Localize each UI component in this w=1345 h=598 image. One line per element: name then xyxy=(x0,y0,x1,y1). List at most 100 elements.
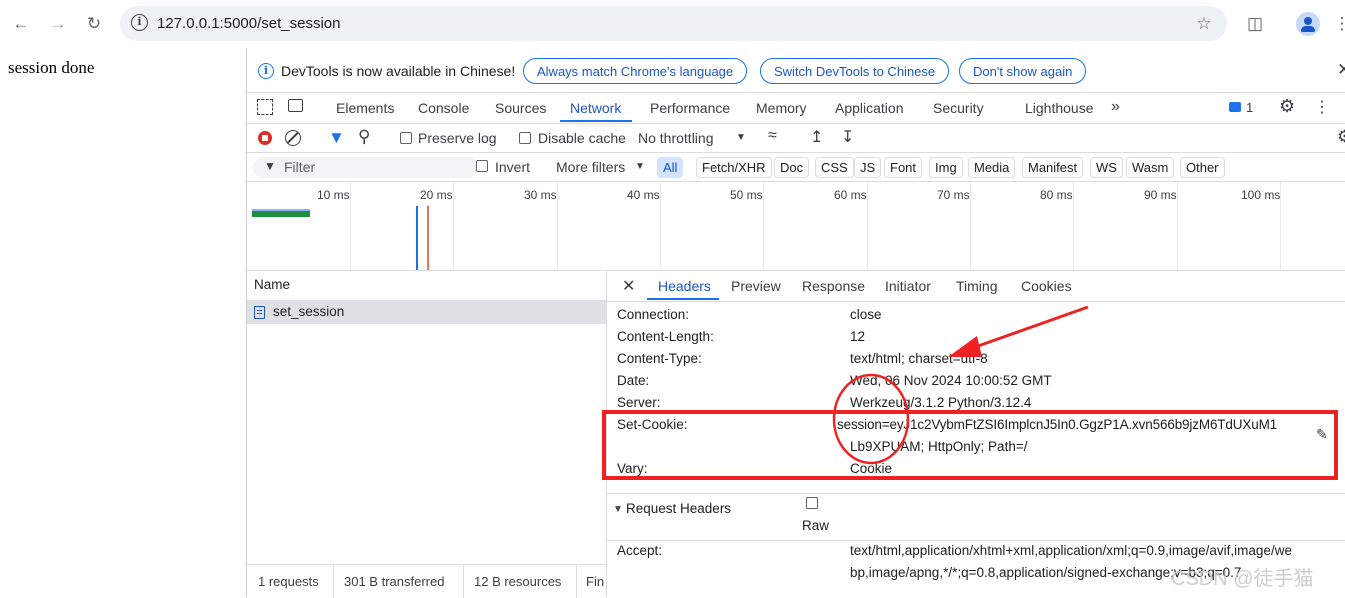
type-filter-other[interactable]: Other xyxy=(1180,157,1225,178)
filter-toggle-icon[interactable]: ▼ xyxy=(328,128,345,148)
detail-tabs: ✕ Headers Preview Response Initiator Tim… xyxy=(607,271,1345,302)
network-conditions-icon[interactable]: ≈ xyxy=(768,127,777,145)
tab-lighthouse[interactable]: Lighthouse xyxy=(1025,100,1094,116)
type-filter-all[interactable]: All xyxy=(657,157,684,178)
upload-har-icon[interactable]: ↥ xyxy=(810,127,823,147)
clear-log-icon[interactable] xyxy=(285,130,301,146)
record-stop-icon[interactable] xyxy=(258,131,272,145)
type-filter-media[interactable]: Media xyxy=(968,157,1016,178)
header-name: Connection: xyxy=(617,307,690,322)
watermark: CSDN @徒手猫 xyxy=(1171,568,1314,590)
browser-toolbar: ← → ↻ i 127.0.0.1:5000/set_session ☆ ◫ ⋮ xyxy=(0,0,1345,48)
always-match-language-button[interactable]: Always match Chrome's language xyxy=(523,58,748,84)
name-column-header[interactable]: Name xyxy=(247,271,606,301)
tab-sources[interactable]: Sources xyxy=(495,100,546,116)
type-filter-doc[interactable]: Doc xyxy=(774,157,810,178)
back-icon[interactable]: ← xyxy=(9,12,33,36)
edit-pencil-icon[interactable]: ✎ xyxy=(1316,426,1328,443)
triangle-down-icon[interactable]: ▼ xyxy=(613,504,623,515)
resources-size: 12 B resources xyxy=(474,574,562,589)
tick-label: 60 ms xyxy=(834,188,867,202)
issues-icon[interactable] xyxy=(1229,102,1241,112)
raw-checkbox[interactable] xyxy=(806,497,818,509)
page-body-text: session done xyxy=(8,58,95,77)
tab-application[interactable]: Application xyxy=(835,100,904,116)
table-row[interactable]: set_session xyxy=(247,301,606,324)
requests-table: Name set_session 1 requests 301 B transf… xyxy=(247,271,607,598)
header-value: text/html; charset=utf-8 xyxy=(850,351,988,366)
filter-placeholder: Filter xyxy=(284,159,316,175)
header-name: Server: xyxy=(617,395,661,410)
tick-label: 80 ms xyxy=(1040,188,1073,202)
tick-label: 10 ms xyxy=(317,188,350,202)
forward-icon[interactable]: → xyxy=(46,12,70,36)
info-icon: i xyxy=(258,63,274,79)
tab-initiator[interactable]: Initiator xyxy=(885,278,931,294)
more-filters-dropdown[interactable]: More filters xyxy=(556,159,625,175)
timeline-overview[interactable]: 10 ms 20 ms 30 ms 40 ms 50 ms 60 ms 70 m… xyxy=(247,182,1345,271)
search-icon[interactable]: ⚲ xyxy=(358,127,370,147)
device-toolbar-icon[interactable] xyxy=(288,99,303,112)
type-filter-ws[interactable]: WS xyxy=(1090,157,1123,178)
header-name: Vary: xyxy=(617,461,648,476)
inspect-element-icon[interactable] xyxy=(257,99,273,115)
type-filter-manifest[interactable]: Manifest xyxy=(1022,157,1084,178)
tab-memory[interactable]: Memory xyxy=(756,100,807,116)
network-settings-icon[interactable]: ⚙ xyxy=(1337,127,1345,147)
tab-cookies[interactable]: Cookies xyxy=(1021,278,1072,294)
more-tabs-icon[interactable]: » xyxy=(1111,98,1120,116)
tab-timing[interactable]: Timing xyxy=(956,278,998,294)
throttling-select[interactable]: No throttling xyxy=(638,130,713,146)
type-filter-font[interactable]: Font xyxy=(884,157,923,178)
tab-security[interactable]: Security xyxy=(933,100,984,116)
disable-cache-checkbox[interactable] xyxy=(519,132,531,144)
network-status-bar: 1 requests 301 B transferred 12 B resour… xyxy=(247,564,606,598)
extensions-icon[interactable]: ◫ xyxy=(1243,12,1267,36)
section-title: Request Headers xyxy=(626,501,732,516)
type-filter-css[interactable]: CSS xyxy=(815,157,854,178)
header-value: Cookie xyxy=(850,461,893,476)
active-tab-indicator xyxy=(560,120,632,122)
tick-label: 40 ms xyxy=(627,188,660,202)
tab-network[interactable]: Network xyxy=(570,100,621,116)
name-header-label: Name xyxy=(254,277,291,292)
dont-show-again-button[interactable]: Don't show again xyxy=(959,58,1087,84)
tab-response[interactable]: Response xyxy=(802,278,865,294)
invert-checkbox[interactable] xyxy=(476,160,488,172)
raw-label: Raw xyxy=(802,518,830,533)
tab-console[interactable]: Console xyxy=(418,100,469,116)
request-details: ✕ Headers Preview Response Initiator Tim… xyxy=(607,271,1345,597)
tab-performance[interactable]: Performance xyxy=(650,100,730,116)
type-filter-js[interactable]: JS xyxy=(854,157,882,178)
funnel-icon: ▼ xyxy=(264,159,276,173)
reload-icon[interactable]: ↻ xyxy=(82,12,106,36)
tab-elements[interactable]: Elements xyxy=(336,100,394,116)
finish-time: Fin xyxy=(586,574,605,589)
preserve-log-checkbox[interactable] xyxy=(400,132,412,144)
settings-gear-icon[interactable]: ⚙ xyxy=(1279,96,1295,117)
profile-avatar[interactable] xyxy=(1296,12,1320,36)
devtools-menu-icon[interactable]: ⋮ xyxy=(1314,97,1330,117)
tick-label: 30 ms xyxy=(524,188,557,202)
chevron-down-icon[interactable]: ▼ xyxy=(635,161,645,172)
tick-label: 20 ms xyxy=(420,188,453,202)
type-filter-fetch-xhr[interactable]: Fetch/XHR xyxy=(696,157,772,178)
tab-preview[interactable]: Preview xyxy=(731,278,781,294)
request-headers-section[interactable]: ▼ Request Headers Raw xyxy=(607,493,1345,541)
tick-label: 50 ms xyxy=(730,188,763,202)
type-filter-img[interactable]: Img xyxy=(929,157,963,178)
type-filter-wasm[interactable]: Wasm xyxy=(1126,157,1175,178)
tab-headers[interactable]: Headers xyxy=(658,278,711,294)
chrome-menu-icon[interactable]: ⋮ xyxy=(1330,12,1345,36)
download-har-icon[interactable]: ↧ xyxy=(841,127,854,147)
switch-to-chinese-button[interactable]: Switch DevTools to Chinese xyxy=(760,58,950,84)
bookmark-star-icon[interactable]: ☆ xyxy=(1192,12,1216,36)
site-info-icon[interactable]: i xyxy=(131,14,148,31)
chevron-down-icon[interactable]: ▼ xyxy=(736,132,746,143)
close-infobar-icon[interactable]: ✕ xyxy=(1337,60,1345,80)
url-text[interactable]: 127.0.0.1:5000/set_session xyxy=(157,15,340,32)
close-details-icon[interactable]: ✕ xyxy=(622,276,635,296)
infobar-message: DevTools is now available in Chinese! xyxy=(281,63,516,79)
tick-label: 100 ms xyxy=(1241,188,1281,202)
issues-count[interactable]: 1 xyxy=(1246,100,1253,115)
